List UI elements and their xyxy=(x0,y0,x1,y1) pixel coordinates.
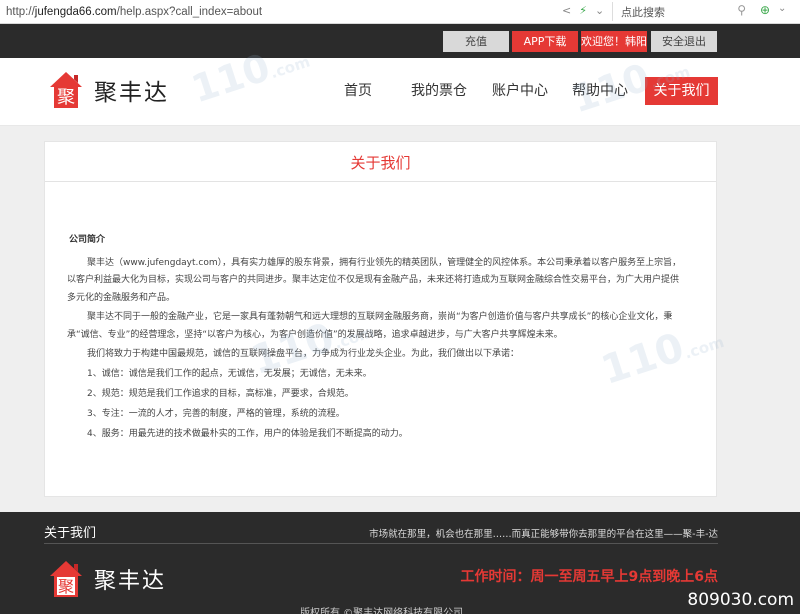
menu-chevron-icon[interactable]: ⌄ xyxy=(778,3,786,14)
url-domain: jufengda66.com xyxy=(34,5,117,18)
footer-slogan: 市场就在那里，机会也在那里……而真正能够带你去那里的平台在这里——聚-丰-达 xyxy=(369,529,718,540)
top-utility-bar: 充值 APP下载 欢迎您！韩阳 安全退出 xyxy=(0,24,800,58)
nav-home[interactable]: 首页 xyxy=(336,77,380,105)
logo-glyph: 聚 xyxy=(57,87,75,108)
brand-name: 聚丰达 xyxy=(94,80,169,106)
site-logo[interactable]: 聚 聚丰达 xyxy=(48,70,169,110)
logo-glyph: 聚 xyxy=(58,577,74,596)
house-logo-icon: 聚 xyxy=(48,70,84,110)
footer-logo: 聚 聚丰达 xyxy=(48,559,166,599)
working-hours: 工作时间：周一至周五早上9点到晚上6点 xyxy=(460,569,718,585)
paragraph: 聚丰达（www.jufengdayt.com），具有实力雄厚的股东背景，拥有行业… xyxy=(67,257,682,303)
footer-title: 关于我们 xyxy=(44,526,97,541)
copyright: 版权所有 ©聚丰达网络科技有限公司 xyxy=(300,608,464,614)
site-watermark: 809030.com xyxy=(687,590,794,610)
browser-address-bar: http://jufengda66.com/help.aspx?call_ind… xyxy=(0,0,800,24)
nav-about-us[interactable]: 关于我们 xyxy=(645,77,718,105)
about-body: 公司简介 聚丰达（www.jufengdayt.com），具有实力雄厚的股东背景… xyxy=(67,232,687,446)
title-divider xyxy=(45,181,716,182)
section-subtitle: 公司简介 xyxy=(69,235,106,245)
browser-search-box[interactable]: 点此搜索 ⚲ xyxy=(612,2,752,21)
chevron-down-icon[interactable]: ⌄ xyxy=(595,4,604,17)
search-icon[interactable]: ⚲ xyxy=(737,3,746,17)
commitment-item: 3、专注：一流的人才，完善的制度，严格的管理，系统的流程。 xyxy=(87,408,345,419)
recharge-button[interactable]: 充值 xyxy=(443,31,509,52)
share-icon[interactable]: < xyxy=(562,4,571,17)
address-icons: < ⚡ ⌄ xyxy=(562,4,604,17)
nav-account-center[interactable]: 账户中心 xyxy=(487,77,553,105)
footer-divider xyxy=(44,543,718,544)
welcome-user-button[interactable]: 欢迎您！韩阳 xyxy=(581,31,647,52)
url-prefix: http:// xyxy=(6,5,35,18)
site-footer: 关于我们 市场就在那里，机会也在那里……而真正能够带你去那里的平台在这里——聚-… xyxy=(0,512,800,614)
app-download-button[interactable]: APP下载 xyxy=(512,31,578,52)
paragraph: 我们将致力于构建中国最规范，诚信的互联网操盘平台，力争成为行业龙头企业。为此，我… xyxy=(87,349,520,359)
url-field[interactable]: http://jufengda66.com/help.aspx?call_ind… xyxy=(0,6,262,18)
site-header: 聚 聚丰达 首页 我的票仓 账户中心 帮助中心 关于我们 xyxy=(0,58,800,126)
logout-button[interactable]: 安全退出 xyxy=(651,31,717,52)
search-placeholder: 点此搜索 xyxy=(621,5,665,19)
url-path: /help.aspx?call_index=about xyxy=(116,5,263,18)
paragraph: 聚丰达不同于一般的金融产业，它是一家具有蓬勃朝气和远大理想的互联网金融服务商，崇… xyxy=(67,312,673,340)
bolt-icon[interactable]: ⚡ xyxy=(579,4,587,17)
house-logo-icon: 聚 xyxy=(48,559,84,599)
commitment-item: 2、规范：规范是我们工作追求的目标，高标准，严要求，合规范。 xyxy=(87,388,354,399)
nav-help-center[interactable]: 帮助中心 xyxy=(567,77,633,105)
footer-brand-name: 聚丰达 xyxy=(94,569,167,594)
nav-my-tickets[interactable]: 我的票仓 xyxy=(404,77,474,105)
page-title: 关于我们 xyxy=(350,154,411,172)
extension-icon[interactable]: ⊕ xyxy=(760,3,770,17)
about-content-card: 关于我们 公司简介 聚丰达（www.jufengdayt.com），具有实力雄厚… xyxy=(44,141,717,497)
commitment-item: 1、诚信：诚信是我们工作的起点，无诚信，无发展；无诚信，无未来。 xyxy=(87,368,372,379)
commitment-item: 4、服务：用最先进的技术做最朴实的工作，用户的体验是我们不断提高的动力。 xyxy=(87,428,408,439)
